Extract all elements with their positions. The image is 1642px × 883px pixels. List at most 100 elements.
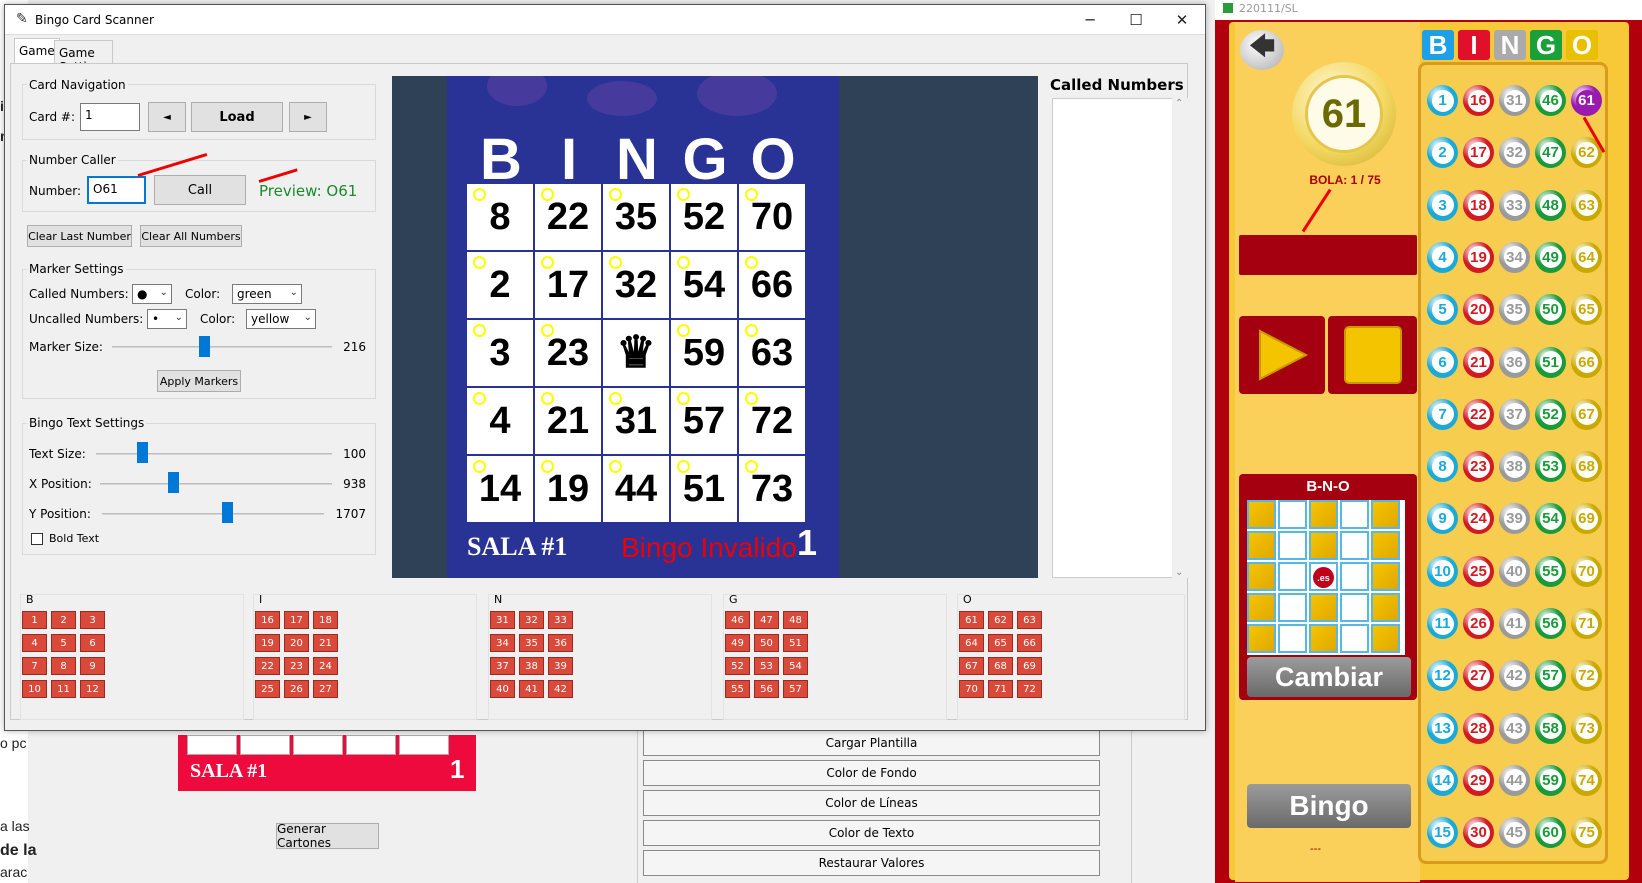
number-button[interactable]: 27 [313, 680, 338, 698]
number-button[interactable]: 70 [959, 680, 984, 698]
number-button[interactable]: 18 [313, 611, 338, 629]
number-button[interactable]: 11 [51, 680, 76, 698]
number-button[interactable]: 47 [754, 611, 779, 629]
marker-size-slider[interactable] [199, 336, 210, 357]
number-button[interactable]: 24 [313, 657, 338, 675]
maximize-button[interactable]: ☐ [1113, 5, 1159, 35]
number-button[interactable]: 54 [783, 657, 808, 675]
number-button[interactable]: 42 [548, 680, 573, 698]
call-button[interactable]: Call [154, 175, 246, 205]
tab-game[interactable]: Game [14, 38, 60, 64]
called-color-select[interactable]: green ⌄ [232, 284, 302, 304]
number-button[interactable]: 20 [284, 634, 309, 652]
tab-game-settings[interactable]: Game Settings [54, 40, 114, 74]
apply-markers-button[interactable]: Apply Markers [157, 370, 241, 392]
called-marker-select[interactable]: ● ⌄ [132, 284, 172, 304]
number-button[interactable]: 64 [959, 634, 984, 652]
number-button[interactable]: 16 [255, 611, 280, 629]
stop-button[interactable] [1328, 316, 1417, 394]
number-button[interactable]: 63 [1017, 611, 1042, 629]
number-button[interactable]: 71 [988, 680, 1013, 698]
called-numbers-list[interactable] [1052, 98, 1174, 578]
number-button[interactable]: 37 [490, 657, 515, 675]
number-button[interactable]: 46 [725, 611, 750, 629]
number-button[interactable]: 69 [1017, 657, 1042, 675]
number-button[interactable]: 22 [255, 657, 280, 675]
number-button[interactable]: 26 [284, 680, 309, 698]
number-button[interactable]: 33 [548, 611, 573, 629]
uncalled-color-select[interactable]: yellow ⌄ [246, 309, 316, 329]
generar-cartones-button[interactable]: Generar Cartones [276, 822, 379, 850]
number-button[interactable]: 61 [959, 611, 984, 629]
bingo-button[interactable]: Bingo [1247, 784, 1411, 828]
number-button[interactable]: 41 [519, 680, 544, 698]
called-numbers-scrollbar[interactable]: ⌃ ⌄ [1172, 98, 1188, 578]
color-de-lineas-button[interactable]: Color de Líneas [643, 790, 1100, 816]
load-button[interactable]: Load [191, 102, 283, 132]
prev-card-button[interactable]: ◄ [148, 102, 186, 132]
number-button[interactable]: 10 [22, 680, 47, 698]
number-button[interactable]: 52 [725, 657, 750, 675]
scroll-up-icon[interactable]: ⌃ [1175, 98, 1183, 109]
number-button[interactable]: 39 [548, 657, 573, 675]
number-button[interactable]: 72 [1017, 680, 1042, 698]
bold-text-checkbox[interactable] [31, 533, 43, 545]
number-button[interactable]: 25 [255, 680, 280, 698]
restaurar-valores-button[interactable]: Restaurar Valores [643, 850, 1100, 876]
uncalled-marker-select[interactable]: • ⌄ [147, 309, 187, 329]
number-button[interactable]: 34 [490, 634, 515, 652]
number-button[interactable]: 5 [51, 634, 76, 652]
back-arrow-button[interactable]: 🡄 [1240, 30, 1284, 70]
number-button[interactable]: 7 [22, 657, 47, 675]
marker-size-track[interactable] [112, 346, 332, 348]
cargar-plantilla-button[interactable]: Cargar Plantilla [643, 730, 1100, 756]
number-button[interactable]: 66 [1017, 634, 1042, 652]
x-position-slider[interactable] [168, 472, 179, 493]
number-input[interactable]: O61 [87, 176, 146, 204]
number-button[interactable]: 65 [988, 634, 1013, 652]
play-button[interactable] [1239, 316, 1325, 394]
number-button[interactable]: 68 [988, 657, 1013, 675]
number-button[interactable]: 56 [754, 680, 779, 698]
number-button[interactable]: 62 [988, 611, 1013, 629]
number-button[interactable]: 35 [519, 634, 544, 652]
number-button[interactable]: 57 [783, 680, 808, 698]
number-button[interactable]: 3 [80, 611, 105, 629]
number-button[interactable]: 32 [519, 611, 544, 629]
color-de-fondo-button[interactable]: Color de Fondo [643, 760, 1100, 786]
number-button[interactable]: 36 [548, 634, 573, 652]
text-size-track[interactable] [96, 453, 332, 455]
number-button[interactable]: 40 [490, 680, 515, 698]
number-button[interactable]: 48 [783, 611, 808, 629]
scroll-down-icon[interactable]: ⌄ [1175, 567, 1183, 578]
clear-last-number-button[interactable]: Clear Last Number [27, 225, 132, 247]
next-card-button[interactable]: ► [289, 102, 327, 132]
number-button[interactable]: 31 [490, 611, 515, 629]
number-button[interactable]: 1 [22, 611, 47, 629]
number-button[interactable]: 23 [284, 657, 309, 675]
number-button[interactable]: 55 [725, 680, 750, 698]
number-button[interactable]: 38 [519, 657, 544, 675]
number-button[interactable]: 4 [22, 634, 47, 652]
color-de-texto-button[interactable]: Color de Texto [643, 820, 1100, 846]
number-button[interactable]: 17 [284, 611, 309, 629]
close-button[interactable]: ✕ [1159, 5, 1205, 35]
cambiar-button[interactable]: Cambiar [1247, 657, 1411, 697]
x-position-track[interactable] [100, 483, 332, 485]
number-button[interactable]: 49 [725, 634, 750, 652]
y-position-slider[interactable] [222, 502, 233, 523]
text-size-slider[interactable] [137, 442, 148, 463]
number-button[interactable]: 53 [754, 657, 779, 675]
number-button[interactable]: 67 [959, 657, 984, 675]
title-bar[interactable]: ✎ Bingo Card Scanner ─ ☐ ✕ [5, 5, 1205, 35]
clear-all-numbers-button[interactable]: Clear All Numbers [140, 225, 242, 247]
card-number-input[interactable]: 1 [80, 103, 140, 131]
number-button[interactable]: 21 [313, 634, 338, 652]
number-button[interactable]: 8 [51, 657, 76, 675]
number-button[interactable]: 19 [255, 634, 280, 652]
minimize-button[interactable]: ─ [1067, 5, 1113, 35]
number-button[interactable]: 50 [754, 634, 779, 652]
number-button[interactable]: 2 [51, 611, 76, 629]
number-button[interactable]: 12 [80, 680, 105, 698]
number-button[interactable]: 9 [80, 657, 105, 675]
